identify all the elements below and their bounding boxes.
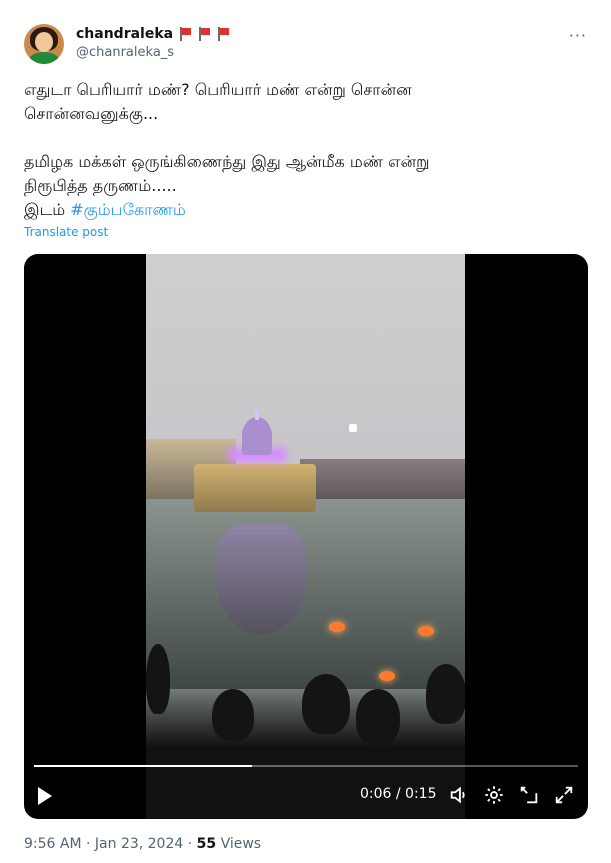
post-date[interactable]: Jan 23, 2024 [95, 836, 183, 852]
author-handle[interactable]: @chanraleka_s [76, 45, 174, 60]
author-name[interactable]: chandraleka [76, 26, 173, 42]
picture-in-picture-icon[interactable] [518, 784, 540, 806]
post-line: எதுடா பெரியார் மண்? பெரியார் மண் என்று ச… [24, 80, 412, 99]
settings-gear-icon[interactable] [483, 784, 505, 806]
red-flag-icon [218, 27, 230, 41]
video-player[interactable]: 0:06 / 0:15 [24, 254, 588, 819]
location-label: இடம் [24, 200, 71, 219]
post-line: தமிழக மக்கள் ஒருங்கிணைந்து இது ஆன்மீக மண… [24, 152, 430, 171]
red-flag-icon [180, 27, 192, 41]
volume-icon[interactable] [448, 784, 470, 806]
author-name-row: chandraleka [76, 24, 230, 44]
red-flag-icon [199, 27, 211, 41]
hashtag-link[interactable]: #கும்பகோணம் [70, 200, 186, 219]
author-avatar[interactable] [24, 24, 64, 64]
post-line: சொன்னவனுக்கு... [24, 104, 159, 123]
meta-separator: · [86, 836, 91, 852]
fullscreen-icon[interactable] [553, 784, 575, 806]
video-progress-bar[interactable] [34, 765, 578, 767]
video-time: 0:06 / 0:15 [360, 786, 437, 802]
post-time[interactable]: 9:56 AM [24, 836, 82, 852]
translate-post-link[interactable]: Translate post [24, 225, 108, 239]
play-icon[interactable] [38, 787, 52, 805]
post-line: நிரூபித்த தருணம்..... [24, 176, 177, 195]
post-metadata: 9:56 AM · Jan 23, 2024 · 55 Views [24, 836, 261, 852]
video-progress-fill [34, 765, 252, 767]
more-horizontal-icon[interactable]: ··· [569, 26, 587, 45]
views-label: Views [220, 836, 262, 852]
post-line-location: இடம் #கும்பகோணம் [24, 198, 584, 222]
post-text: எதுடா பெரியார் மண்? பெரியார் மண் என்று ச… [24, 78, 584, 222]
meta-separator: · [187, 836, 193, 852]
video-frame [146, 254, 465, 819]
video-controls: 0:06 / 0:15 [24, 779, 588, 813]
views-count: 55 [196, 836, 217, 852]
